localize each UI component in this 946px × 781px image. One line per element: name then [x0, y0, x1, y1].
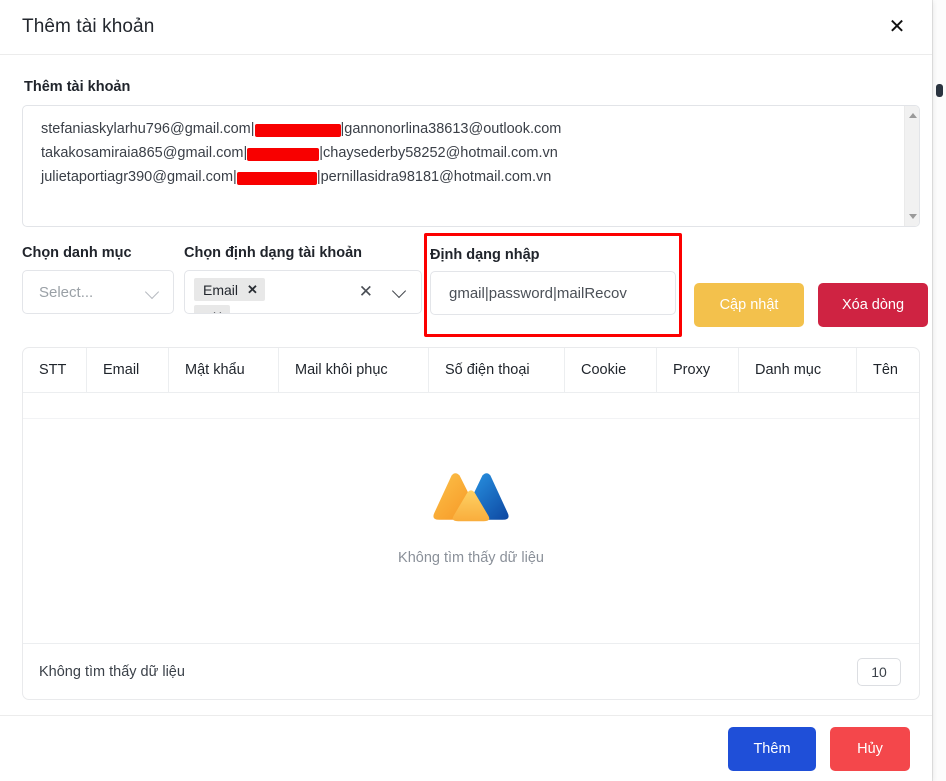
tag-item[interactable]: ✕ — [194, 305, 230, 314]
app-root: Thêm tài khoản ✕ Thêm tài khoản stefania… — [0, 0, 946, 781]
input-format-field: Định dạng nhập gmail|password|mailRecov — [430, 247, 676, 315]
page-scrollbar[interactable] — [932, 0, 946, 781]
no-data-logo-icon — [433, 473, 509, 522]
accounts-textarea-content: stefaniaskylarhu796@gmail.com| |gannonor… — [23, 106, 919, 189]
close-icon[interactable]: ✕ — [880, 10, 914, 44]
table-footer-text: Không tìm thấy dữ liệu — [39, 663, 185, 680]
textarea-line: takakosamiraia865@gmail.com| |chaysederb… — [41, 141, 905, 165]
cancel-button[interactable]: Hủy — [830, 726, 910, 771]
input-format-value: gmail|password|mailRecov — [449, 284, 627, 302]
table-column-header-email[interactable]: Email — [87, 348, 169, 392]
close-icon[interactable]: ✕ — [212, 309, 223, 314]
tag-label: Email — [203, 281, 239, 298]
chevron-up-icon[interactable] — [905, 108, 919, 123]
category-label: Chọn danh mục — [22, 245, 132, 261]
tag-item[interactable]: Email ✕ — [194, 278, 265, 301]
dialog-body: Thêm tài khoản stefaniaskylarhu796@gmail… — [0, 55, 932, 715]
table-empty-text: Không tìm thấy dữ liệu — [398, 550, 544, 566]
add-account-dialog: Thêm tài khoản ✕ Thêm tài khoản stefania… — [0, 0, 932, 781]
delete-rows-button[interactable]: Xóa dòng — [818, 283, 928, 327]
dialog-header: Thêm tài khoản ✕ — [0, 0, 932, 55]
table-spacer-row — [23, 393, 919, 419]
textarea-scrollbar[interactable] — [904, 106, 919, 226]
chevron-down-icon[interactable] — [146, 285, 160, 299]
dialog-footer: Thêm Hủy — [0, 715, 932, 781]
close-icon[interactable]: ✕ — [247, 282, 258, 298]
chevron-down-icon[interactable] — [905, 209, 919, 224]
table-column-header-name[interactable]: Tên — [857, 348, 919, 392]
table-column-header-password[interactable]: Mật khẩu — [169, 348, 279, 392]
page-scrollbar-thumb[interactable] — [936, 84, 943, 97]
redaction-block — [247, 147, 320, 161]
textarea-line-suffix: |gannonorlina38613@outlook.com — [340, 121, 562, 137]
account-format-field: Chọn định dạng tài khoản Email ✕ ✕ — [184, 245, 422, 314]
input-format-label: Định dạng nhập — [430, 247, 540, 263]
account-format-multiselect[interactable]: Email ✕ ✕ ✕ — [184, 270, 422, 314]
textarea-line-prefix: stefaniaskylarhu796@gmail.com| — [41, 121, 255, 137]
table-column-header-cookie[interactable]: Cookie — [565, 348, 657, 392]
table-column-header-recovery[interactable]: Mail khôi phục — [279, 348, 429, 392]
page-size-selector[interactable]: 10 — [857, 657, 901, 686]
textarea-line-prefix: julietaportiagr390@gmail.com| — [41, 169, 237, 185]
table-empty-state: Không tìm thấy dữ liệu — [23, 419, 919, 643]
table-header-row: STT Email Mật khẩu Mail khôi phục Số điệ… — [23, 348, 919, 393]
table-column-header-stt[interactable]: STT — [23, 348, 87, 392]
accounts-textarea[interactable]: stefaniaskylarhu796@gmail.com| |gannonor… — [22, 105, 920, 227]
table-footer: Không tìm thấy dữ liệu 10 — [23, 643, 919, 699]
redaction-block — [236, 171, 317, 185]
selected-tags: Email ✕ ✕ — [185, 278, 265, 314]
account-format-label: Chọn định dạng tài khoản — [184, 245, 363, 261]
section-label: Thêm tài khoản — [24, 79, 131, 95]
table-column-header-proxy[interactable]: Proxy — [657, 348, 739, 392]
submit-button[interactable]: Thêm — [728, 726, 816, 771]
textarea-line-suffix: |chaysederby58252@hotmail.com.vn — [319, 145, 558, 161]
category-select[interactable]: Select... — [22, 270, 174, 314]
page-title: Thêm tài khoản — [22, 16, 155, 37]
category-field: Chọn danh mục Select... — [22, 245, 174, 314]
update-button[interactable]: Cập nhật — [694, 283, 804, 327]
category-select-placeholder: Select... — [39, 283, 94, 301]
controls-row: Chọn danh mục Select... Chọn định dạng t… — [22, 233, 928, 341]
controls-buttons: Cập nhật Xóa dòng — [694, 283, 928, 327]
redaction-block — [254, 123, 341, 137]
textarea-line: julietaportiagr390@gmail.com| |pernillas… — [41, 165, 905, 189]
chevron-down-icon[interactable] — [393, 286, 407, 300]
clear-all-icon[interactable]: ✕ — [359, 283, 373, 300]
table-column-header-phone[interactable]: Số điện thoại — [429, 348, 565, 392]
textarea-line-prefix: takakosamiraia865@gmail.com| — [41, 145, 248, 161]
table-column-header-category[interactable]: Danh mục — [739, 348, 857, 392]
accounts-table: STT Email Mật khẩu Mail khôi phục Số điệ… — [22, 347, 920, 700]
input-format-input[interactable]: gmail|password|mailRecov — [430, 271, 676, 315]
textarea-line-suffix: |pernillasidra98181@hotmail.com.vn — [316, 169, 552, 185]
textarea-line: stefaniaskylarhu796@gmail.com| |gannonor… — [41, 117, 905, 141]
